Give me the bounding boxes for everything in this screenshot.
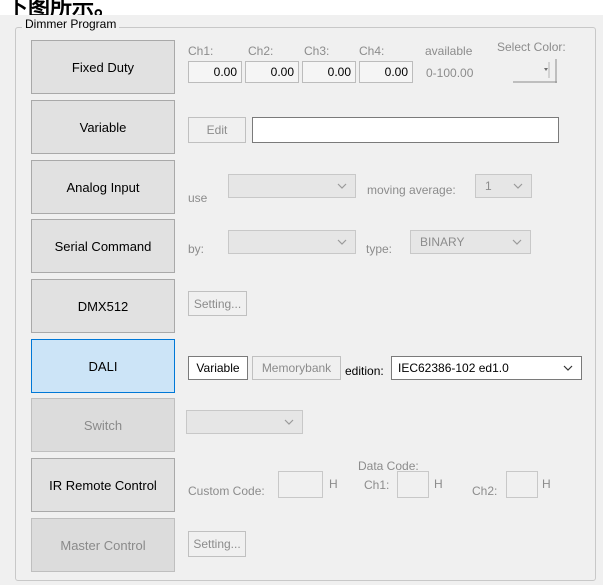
ir-ch1-hex-suffix: H bbox=[434, 477, 443, 491]
top-strip-text: 下图所示。 bbox=[6, 0, 117, 15]
ir-ch2-label: Ch2: bbox=[472, 484, 498, 498]
by-combo bbox=[228, 230, 356, 254]
variable-text-field[interactable] bbox=[252, 117, 559, 143]
ir-ch1-field bbox=[397, 471, 429, 498]
dmx512-button[interactable]: DMX512 bbox=[31, 279, 175, 333]
moving-average-label: moving average: bbox=[367, 183, 456, 197]
custom-code-field bbox=[278, 471, 323, 498]
type-label: type: bbox=[366, 242, 393, 256]
edition-combo[interactable]: IEC62386-102 ed1.0 bbox=[391, 356, 582, 380]
ch1-label: Ch1: bbox=[188, 44, 214, 58]
edition-combo-value: IEC62386-102 ed1.0 bbox=[398, 361, 509, 375]
dmx512-setting-button: Setting... bbox=[188, 291, 247, 316]
select-color-label: Select Color: bbox=[497, 40, 566, 54]
ir-remote-control-button[interactable]: IR Remote Control bbox=[31, 458, 175, 512]
available-range: 0-100.00 bbox=[426, 66, 474, 80]
top-strip: 下图所示。 bbox=[0, 0, 603, 15]
switch-button: Switch bbox=[31, 398, 175, 452]
dali-button[interactable]: DALI bbox=[31, 339, 175, 393]
use-combo bbox=[228, 174, 356, 198]
group-title: Dimmer Program bbox=[22, 17, 120, 31]
memorybank-button: Memorybank bbox=[252, 356, 341, 380]
master-control-button: Master Control bbox=[31, 518, 175, 572]
chevron-down-icon bbox=[337, 183, 347, 189]
edition-label: edition: bbox=[345, 364, 384, 378]
chevron-down-icon bbox=[512, 239, 522, 245]
use-label: use bbox=[188, 191, 208, 205]
color-dropdown-icon bbox=[513, 59, 557, 83]
custom-code-label: Custom Code: bbox=[188, 484, 265, 498]
ch2-label: Ch2: bbox=[248, 44, 274, 58]
moving-average-value: 1 bbox=[485, 179, 492, 193]
ir-ch2-field bbox=[506, 471, 538, 498]
ir-ch1-label: Ch1: bbox=[364, 478, 390, 492]
moving-average-combo: 1 bbox=[475, 174, 532, 198]
master-setting-button: Setting... bbox=[188, 531, 246, 557]
chevron-down-icon bbox=[337, 239, 347, 245]
variable-button[interactable]: Variable bbox=[31, 100, 175, 154]
ch4-value-field[interactable]: 0.00 bbox=[359, 61, 413, 83]
type-combo-value: BINARY bbox=[420, 235, 465, 249]
ch2-value-field[interactable]: 0.00 bbox=[245, 61, 299, 83]
ch4-label: Ch4: bbox=[359, 44, 385, 58]
switch-combo bbox=[186, 410, 303, 434]
by-label: by: bbox=[188, 242, 205, 256]
type-combo: BINARY bbox=[410, 230, 531, 254]
chevron-down-icon bbox=[513, 183, 523, 189]
serial-command-button[interactable]: Serial Command bbox=[31, 219, 175, 273]
color-dropdown[interactable] bbox=[513, 59, 557, 85]
available-label: available bbox=[425, 44, 473, 58]
custom-code-hex-suffix: H bbox=[329, 477, 338, 491]
chevron-down-icon bbox=[563, 365, 573, 371]
fixed-duty-button[interactable]: Fixed Duty bbox=[31, 40, 175, 94]
analog-input-button[interactable]: Analog Input bbox=[31, 160, 175, 214]
dali-variable-button[interactable]: Variable bbox=[188, 356, 248, 380]
chevron-down-icon bbox=[284, 419, 294, 425]
ir-ch2-hex-suffix: H bbox=[542, 477, 551, 491]
ch3-label: Ch3: bbox=[304, 44, 330, 58]
ch1-value-field[interactable]: 0.00 bbox=[188, 61, 242, 83]
edit-button: Edit bbox=[188, 117, 246, 143]
ch3-value-field[interactable]: 0.00 bbox=[302, 61, 356, 83]
